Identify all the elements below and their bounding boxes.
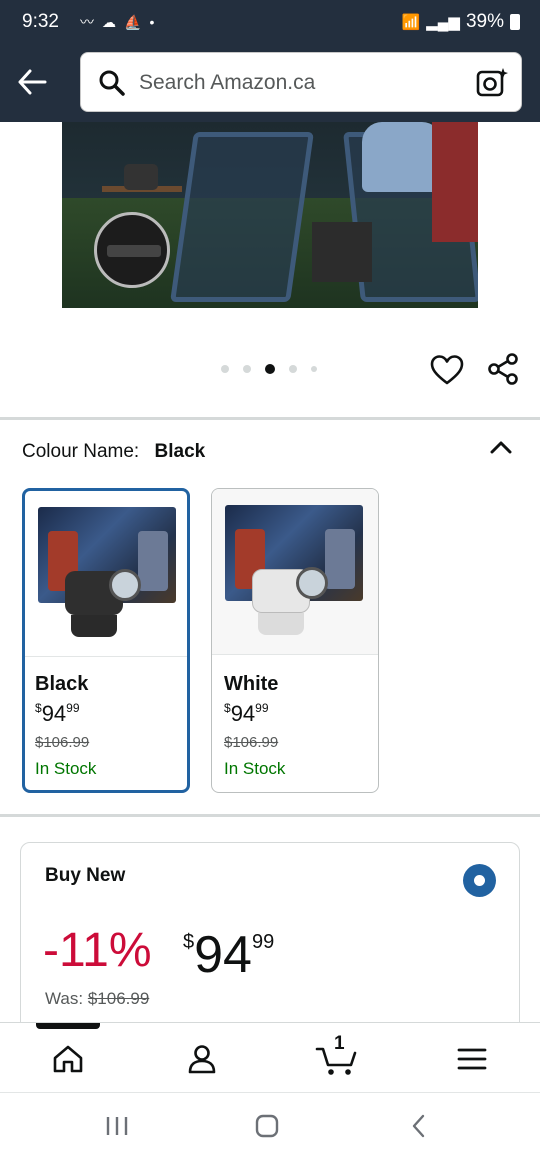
variant-swatch-white[interactable]: White $9499 $106.99 In Stock (211, 488, 379, 793)
discount-percent: -11% (43, 924, 152, 977)
image-zoom-inset (94, 212, 170, 288)
chevron-up-icon (490, 441, 512, 454)
colour-label: Colour Name: (22, 441, 140, 462)
camera-search-icon[interactable] (475, 66, 509, 98)
notification-icons: 〰 ☁ ⛵ • (80, 12, 154, 32)
variant-stock: In Stock (35, 759, 97, 778)
carousel-dot-active (265, 364, 275, 374)
variant-swatch-black[interactable]: Black $9499 $106.99 In Stock (22, 488, 190, 793)
buy-new-option[interactable]: Buy New -11% $9499 Was: $106.99 (20, 842, 520, 1042)
variant-image (25, 491, 187, 657)
variant-price: $9499 (35, 701, 80, 726)
image-person (362, 122, 442, 192)
hamburger-menu-icon (457, 1048, 487, 1070)
nav-menu[interactable] (452, 1039, 492, 1079)
status-bar: 9:32 〰 ☁ ⛵ • 📶 ▂▄▆ 39% (0, 0, 540, 44)
variant-price: $9499 (224, 701, 269, 726)
battery-icon (510, 14, 520, 30)
dot-icon: • (149, 14, 155, 30)
variant-stand (71, 615, 117, 637)
variant-stand (258, 613, 304, 635)
image-chair (170, 132, 314, 302)
carousel-dot (289, 365, 297, 373)
cart-count: 1 (334, 1033, 345, 1054)
product-image[interactable] (62, 122, 478, 308)
variant-name: White (224, 673, 279, 695)
boat-icon: ⛵ (124, 13, 142, 30)
was-price: Was: $106.99 (45, 989, 150, 1008)
back-system-button[interactable] (404, 1111, 434, 1141)
recent-apps-button[interactable] (102, 1111, 132, 1141)
colour-selected-value: Black (154, 441, 206, 462)
search-icon (99, 70, 125, 96)
wifi-icon: 📶 (401, 14, 421, 31)
search-input[interactable]: Search Amazon.ca (139, 71, 315, 95)
nav-account[interactable] (182, 1039, 222, 1079)
variant-lens (109, 569, 141, 601)
system-icons: 📶 ▂▄▆ 39% (402, 11, 520, 33)
heart-icon (430, 355, 464, 385)
image-bin (312, 222, 372, 282)
signal-icon: ▂▄▆ (426, 14, 460, 31)
search-bar[interactable]: Search Amazon.ca (80, 52, 522, 112)
section-divider (0, 417, 540, 420)
wifi-calling-icon: 〰 (80, 14, 94, 30)
bottom-nav: 1 (0, 1022, 540, 1092)
share-icon (488, 353, 518, 385)
variant-image (212, 489, 378, 655)
buy-new-title: Buy New (45, 865, 126, 886)
weather-icon: ☁ (102, 13, 116, 30)
carousel-dot (221, 365, 229, 373)
image-projector (124, 164, 158, 190)
battery-percent: 39% (465, 11, 504, 32)
variant-was-price: $106.99 (224, 734, 279, 751)
section-divider (0, 814, 540, 817)
variant-name: Black (35, 673, 89, 695)
back-button[interactable] (14, 64, 50, 100)
back-arrow-icon (18, 69, 47, 95)
header: Search Amazon.ca (0, 44, 540, 122)
carousel-indicator (221, 364, 317, 374)
collapse-colour-button[interactable] (486, 432, 516, 462)
status-time: 9:32 (22, 11, 59, 32)
deal-price: $9499 (183, 926, 275, 984)
variant-lens (296, 567, 328, 599)
carousel-dot (311, 366, 317, 372)
variant-was-price: $106.99 (35, 734, 90, 751)
nav-cart[interactable]: 1 (314, 1033, 360, 1079)
share-button[interactable] (486, 352, 520, 386)
chevron-left-icon (412, 1114, 425, 1138)
colour-selector-header: Colour Name: Black (22, 441, 205, 463)
home-system-button[interactable] (252, 1111, 282, 1141)
system-nav-bar (0, 1092, 540, 1158)
home-icon (53, 1045, 83, 1073)
image-blanket (432, 122, 478, 242)
nav-home[interactable] (48, 1039, 88, 1079)
wishlist-button[interactable] (430, 354, 464, 386)
recent-apps-icon (106, 1117, 128, 1135)
carousel-dot (243, 365, 251, 373)
home-square-icon (255, 1114, 279, 1138)
active-tab-indicator (36, 1023, 100, 1029)
variant-stock: In Stock (224, 759, 286, 778)
buy-new-radio[interactable] (463, 864, 496, 897)
person-icon (188, 1045, 216, 1074)
